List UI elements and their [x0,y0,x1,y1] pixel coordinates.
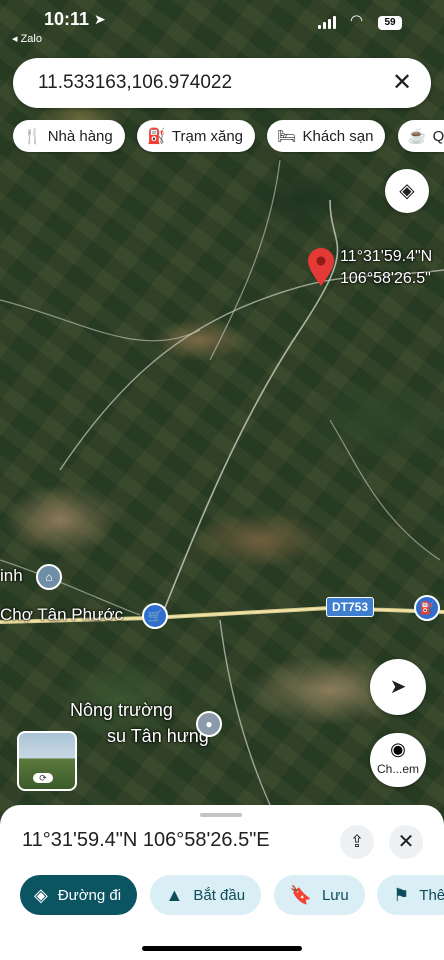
pin-longitude: 106°58'26.5" [340,270,431,287]
pin-coordinates-label: 11°31'59.4"N 106°58'26.5" [340,246,432,290]
bookmark-icon: 🔖 [289,884,312,905]
chip-restaurants[interactable]: 🍴 Nhà hàng [13,120,125,152]
chip-gas-stations[interactable]: ⛽ Trạm xăng [137,120,256,152]
share-button[interactable]: ⇪ [340,825,374,859]
cellular-signal-icon [318,16,336,29]
pin-latitude: 11°31'59.4"N [340,248,433,265]
flag-icon: ⚑ [393,884,410,905]
search-input[interactable]: 11.533163,106.974022 [38,72,232,94]
my-location-button[interactable]: ➤ [370,659,426,715]
shopping-cart-poi-icon[interactable]: 🛒 [142,603,168,629]
action-label: Thê [419,886,444,904]
camera-button-label: Ch...em [376,762,419,776]
gas-station-icon: ⛽ [147,128,166,145]
battery-indicator: 59 [378,16,402,30]
close-icon[interactable]: ✕ [387,68,417,98]
camera-button[interactable]: ◉ Ch...em [370,733,426,787]
action-label: Đường đi [57,886,122,904]
place-bottom-sheet: 11°31'59.4"N 106°58'26.5"E ⇪ ✕ ◈ Đường đi… [0,805,444,960]
status-time: 10:11 [44,9,90,29]
chip-label: Trạm xăng [171,127,244,145]
close-icon: ✕ [397,831,415,853]
gas-station-poi-icon[interactable]: ⛽ [414,595,440,621]
restaurant-icon: 🍴 [23,128,42,145]
chip-label: Quá [432,127,444,145]
search-bar[interactable]: 11.533163,106.974022 ✕ [13,58,431,108]
street-view-thumbnail[interactable]: ⟳ [17,731,77,791]
map-place-label: inh [0,566,23,585]
navigation-arrow-icon: ➤ [389,676,407,698]
map-farm-label-line2: su Tân hưng [107,726,209,746]
street-view-icon: ⟳ [33,773,53,783]
hotel-icon: 🛏 [277,128,297,145]
sheet-drag-handle[interactable] [200,813,242,817]
share-icon: ⇪ [349,832,365,851]
chip-hotels[interactable]: 🛏 Khách sạn [267,120,386,152]
action-label: Bắt đầu [193,886,246,904]
action-buttons: ◈ Đường đi ▲ Bắt đầu 🔖 Lưu ⚑ Thê [20,875,444,917]
chip-label: Nhà hàng [47,127,113,145]
road-shield-label: DT753 [326,597,375,617]
cafe-icon: ☕ [407,128,427,145]
navigation-arrow-icon: ▲ [165,884,184,905]
home-indicator[interactable] [142,946,302,951]
back-to-app-link[interactable]: ◂ Zalo [12,32,42,45]
place-poi-icon[interactable]: ● [196,711,222,737]
chip-label: Khách sạn [302,127,374,145]
start-button[interactable]: ▲ Bắt đầu [149,875,262,915]
map-farm-label-line1: Nông trường [70,700,173,720]
map-market-label: Chợ Tân Phước [0,605,124,624]
action-label: Lưu [321,886,349,904]
directions-icon: ◈ [34,884,48,905]
camera-icon: ◉ [390,739,406,759]
location-arrow-icon: ➤ [94,11,106,27]
directions-button[interactable]: ◈ Đường đi [20,875,138,915]
wifi-icon: ◠ [350,12,364,29]
category-chips: 🍴 Nhà hàng ⛽ Trạm xăng 🛏 Khách sạn ☕ Quá [13,120,444,154]
sheet-close-button[interactable]: ✕ [389,825,423,859]
chip-cafes[interactable]: ☕ Quá [397,120,444,152]
add-label-button[interactable]: ⚑ Thê [377,875,444,915]
layers-button[interactable]: ◈ [385,169,429,213]
save-button[interactable]: 🔖 Lưu [273,875,365,915]
layers-icon: ◈ [399,180,415,202]
status-bar: 10:11 ➤ ◂ Zalo ◠ 59 [0,0,444,46]
place-title: 11°31'59.4"N 106°58'26.5"E [22,829,270,851]
landmark-poi-icon[interactable]: ⌂ [36,564,62,590]
location-pin-icon [308,248,334,286]
